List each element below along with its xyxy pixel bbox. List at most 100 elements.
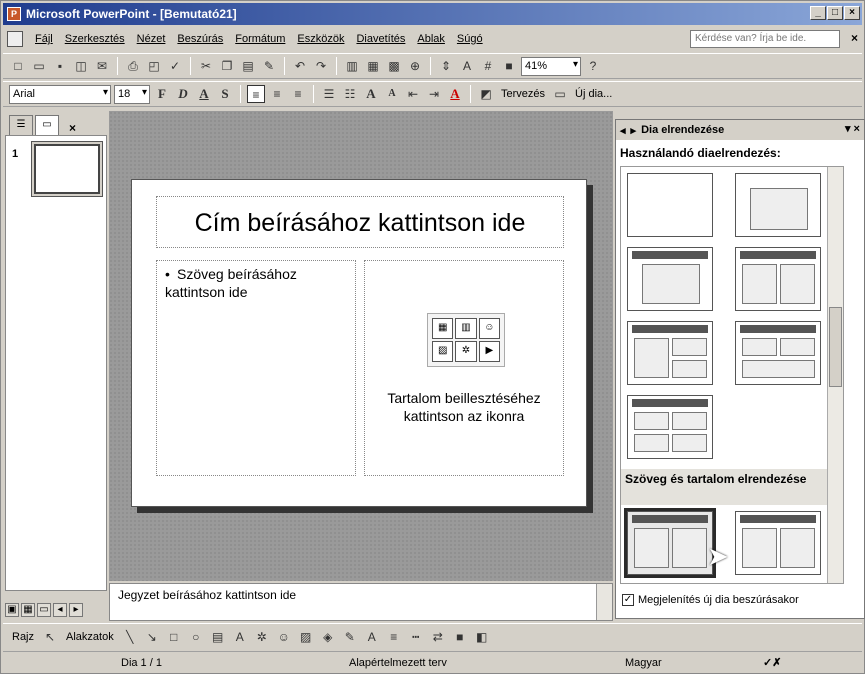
slide-sorter-icon[interactable]: ▦ (21, 603, 35, 617)
layout-title-two-content[interactable] (735, 247, 821, 311)
menu-window[interactable]: Ablak (411, 31, 451, 47)
shadow-icon[interactable]: S (216, 85, 234, 103)
spelling-status-icon[interactable]: ✓✗ (763, 656, 781, 669)
expand-icon[interactable]: ⇕ (437, 57, 455, 75)
color-grayscale-icon[interactable]: ■ (500, 57, 518, 75)
normal-view-icon[interactable]: ▣ (5, 603, 19, 617)
outline-tab[interactable]: ☰ (9, 115, 33, 135)
menu-tools[interactable]: Eszközök (291, 31, 350, 47)
format-painter-icon[interactable]: ✎ (260, 57, 278, 75)
insert-diagram-icon[interactable]: ✲ (455, 341, 477, 362)
permission-icon[interactable]: ◫ (72, 57, 90, 75)
diagram-icon[interactable]: ✲ (253, 628, 271, 646)
redo-icon[interactable]: ↷ (312, 57, 330, 75)
close-document-icon[interactable]: × (851, 31, 858, 45)
italic-icon[interactable]: D (174, 85, 192, 103)
draw-menu-button[interactable]: Rajz (9, 631, 37, 643)
insert-chart-icon[interactable]: ▥ (455, 318, 477, 339)
bold-icon[interactable]: F (153, 85, 171, 103)
close-task-pane-icon[interactable]: ▾ × (845, 122, 860, 135)
grid-icon[interactable]: # (479, 57, 497, 75)
autoshapes-button[interactable]: Alakzatok (63, 631, 117, 643)
notes-scrollbar[interactable] (596, 584, 612, 620)
table-icon[interactable]: ▦ (364, 57, 382, 75)
forward-icon[interactable]: ▸ (631, 124, 637, 137)
undo-icon[interactable]: ↶ (291, 57, 309, 75)
tables-borders-icon[interactable]: ▩ (385, 57, 403, 75)
menu-file[interactable]: Fájl (29, 31, 59, 47)
font-select[interactable]: Arial (9, 84, 111, 104)
align-left-icon[interactable]: ≡ (247, 85, 265, 103)
3d-style-icon[interactable]: ◧ (473, 628, 491, 646)
show-formatting-icon[interactable]: A (458, 57, 476, 75)
picture-icon[interactable]: ▨ (297, 628, 315, 646)
arrow-style-icon[interactable]: ⇄ (429, 628, 447, 646)
gallery-scroll-thumb[interactable] (829, 307, 842, 387)
save-icon[interactable]: ▪ (51, 57, 69, 75)
layout-content[interactable] (735, 173, 821, 237)
task-pane-title[interactable]: Dia elrendezése (641, 124, 724, 136)
print-preview-icon[interactable]: ◰ (145, 57, 163, 75)
paste-icon[interactable]: ▤ (239, 57, 257, 75)
cut-icon[interactable]: ✂ (197, 57, 215, 75)
content-placeholder[interactable]: ▦ ▥ ☺ ▨ ✲ ▶ Tartalom beillesztéséhez kat… (364, 260, 564, 476)
new-icon[interactable]: □ (9, 57, 27, 75)
menu-insert[interactable]: Beszúrás (171, 31, 229, 47)
open-icon[interactable]: ▭ (30, 57, 48, 75)
oval-icon[interactable]: ○ (187, 628, 205, 646)
title-placeholder[interactable]: Cím beírásához kattintson ide (156, 196, 564, 248)
numbering-icon[interactable]: ☰ (320, 85, 338, 103)
decrease-indent-icon[interactable]: ⇤ (404, 85, 422, 103)
align-center-icon[interactable]: ≡ (268, 85, 286, 103)
print-icon[interactable]: ⎙ (124, 57, 142, 75)
fill-color-icon[interactable]: ◈ (319, 628, 337, 646)
back-icon[interactable]: ◂ (620, 124, 626, 137)
notes-pane[interactable]: Jegyzet beírásához kattintson ide (109, 583, 613, 621)
copy-icon[interactable]: ❐ (218, 57, 236, 75)
design-icon[interactable]: ◩ (477, 85, 495, 103)
layout-title-four-content[interactable] (627, 395, 713, 459)
document-icon[interactable] (7, 31, 23, 47)
font-color-icon[interactable]: A (446, 85, 464, 103)
insert-table-icon[interactable]: ▦ (432, 318, 454, 339)
close-button[interactable]: × (844, 6, 860, 20)
help-search-input[interactable]: Kérdése van? Írja be ide. (690, 30, 840, 48)
scroll-left-icon[interactable]: ◂ (53, 603, 67, 617)
powerpoint-app-icon[interactable]: P (7, 7, 21, 21)
zoom-select[interactable]: 41% (521, 56, 581, 76)
maximize-button[interactable]: □ (827, 6, 843, 20)
new-slide-icon[interactable]: ▭ (551, 85, 569, 103)
line-style-icon[interactable]: ≡ (385, 628, 403, 646)
spelling-icon[interactable]: ✓ (166, 57, 184, 75)
slides-tab[interactable]: ▭ (35, 115, 59, 135)
minimize-button[interactable]: _ (810, 6, 826, 20)
bullets-icon[interactable]: ☷ (341, 85, 359, 103)
increase-indent-icon[interactable]: ⇥ (425, 85, 443, 103)
text-placeholder[interactable]: • Szöveg beírásához kattintson ide (156, 260, 356, 476)
layout-blank[interactable] (627, 173, 713, 237)
shadow-style-icon[interactable]: ■ (451, 628, 469, 646)
line-color-icon[interactable]: ✎ (341, 628, 359, 646)
menu-format[interactable]: Formátum (229, 31, 291, 47)
menu-view[interactable]: Nézet (131, 31, 172, 47)
layout-title-two-content-alt[interactable] (735, 321, 821, 385)
layout-title-content-text[interactable] (735, 511, 821, 575)
select-pointer-icon[interactable]: ↖ (41, 628, 59, 646)
layout-title-text-content[interactable] (624, 508, 716, 578)
scroll-right-icon[interactable]: ▸ (69, 603, 83, 617)
close-panel-icon[interactable]: × (69, 121, 76, 135)
hyperlink-icon[interactable]: ⊕ (406, 57, 424, 75)
menu-slideshow[interactable]: Diavetítés (350, 31, 411, 47)
slide-thumbnail[interactable] (34, 144, 100, 194)
layout-title-content-two[interactable] (627, 321, 713, 385)
layout-title-content[interactable] (627, 247, 713, 311)
underline-icon[interactable]: A (195, 85, 213, 103)
align-right-icon[interactable]: ≡ (289, 85, 307, 103)
chart-icon[interactable]: ▥ (343, 57, 361, 75)
show-on-insert-checkbox[interactable]: ✓ Megjelenítés új dia beszúrásakor (622, 594, 799, 606)
slideshow-view-icon[interactable]: ▭ (37, 603, 51, 617)
menu-help[interactable]: Súgó (451, 31, 489, 47)
new-slide-button[interactable]: Új dia... (572, 88, 615, 100)
checkbox-checked-icon[interactable]: ✓ (622, 594, 634, 606)
dash-style-icon[interactable]: ┅ (407, 628, 425, 646)
